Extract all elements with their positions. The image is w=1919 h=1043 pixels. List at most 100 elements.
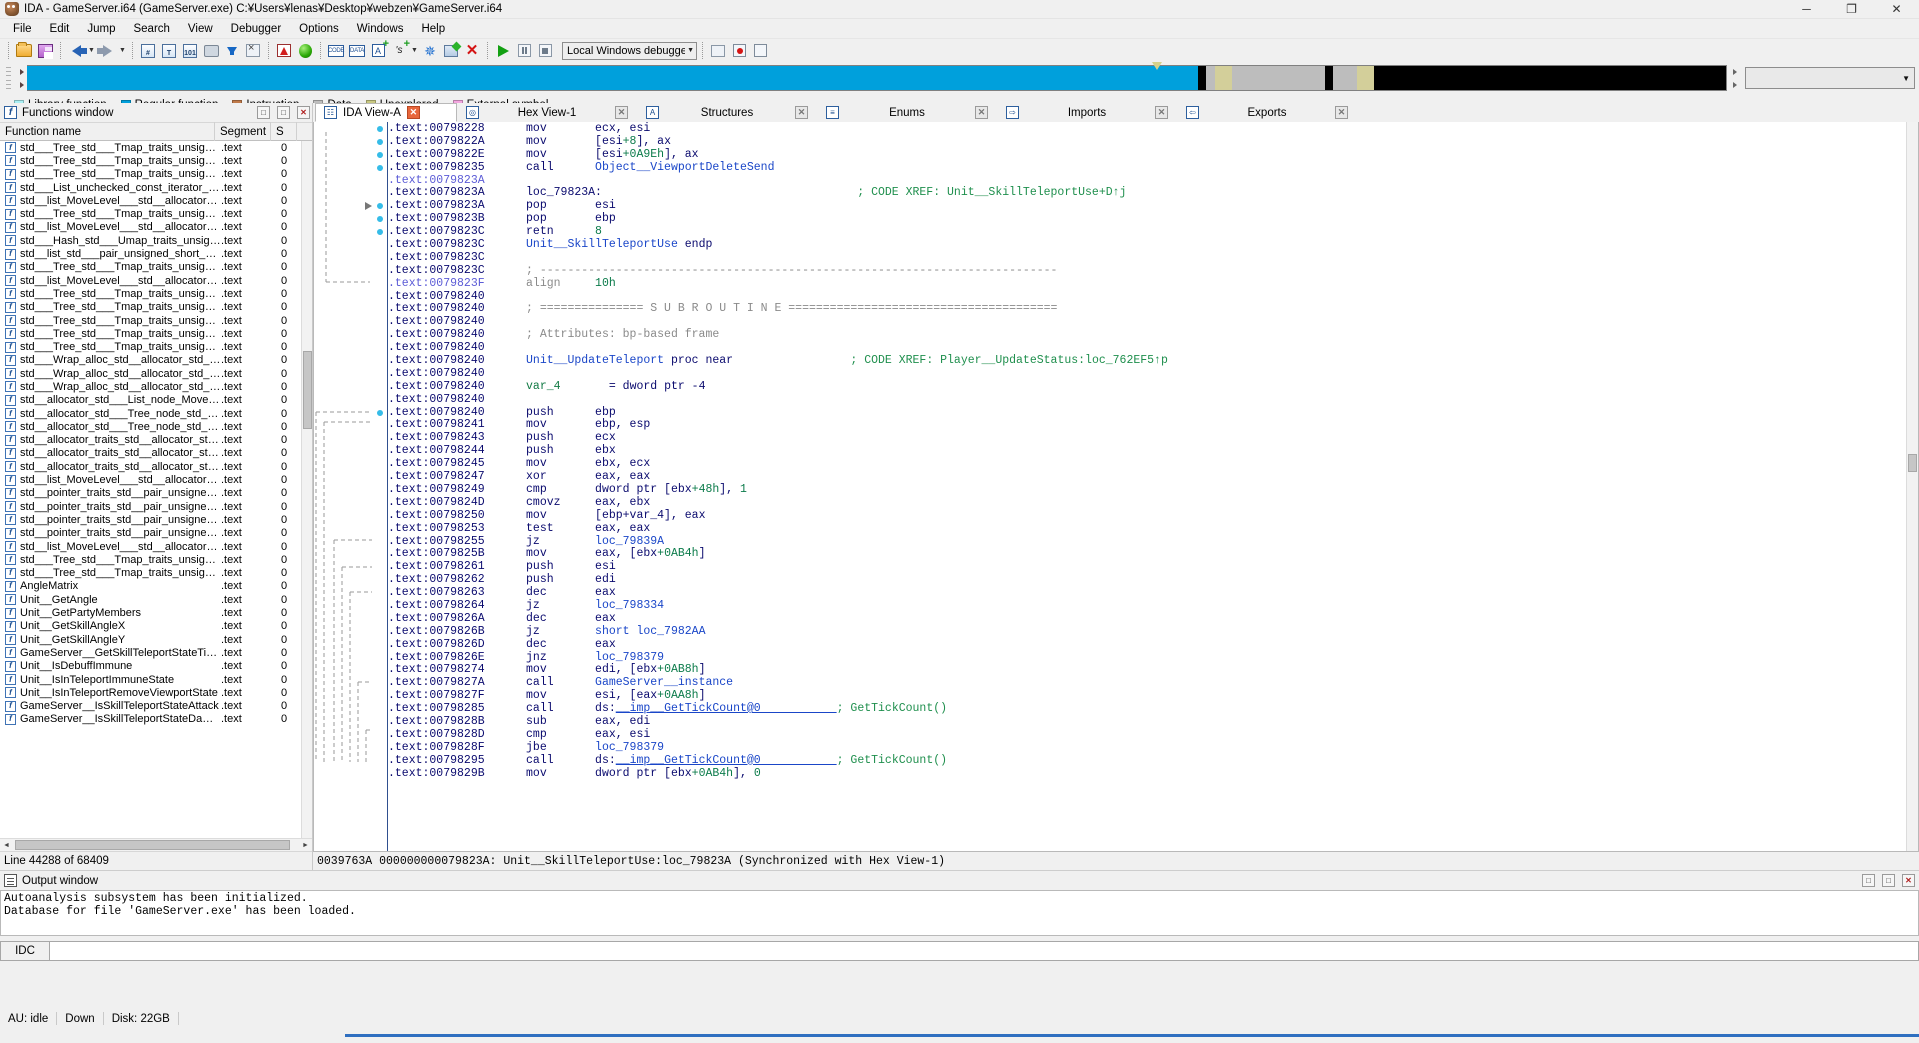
nav-segment-0[interactable] bbox=[27, 66, 1198, 90]
function-list-row[interactable]: f Unit__IsInTeleportImmuneState .text 0 bbox=[0, 673, 312, 686]
column-header-segment[interactable]: Segment bbox=[215, 122, 271, 141]
terminate-process-button[interactable] bbox=[535, 41, 555, 61]
functions-list[interactable]: f std___Tree_std___Tmap_traits_unsigned··… bbox=[0, 141, 312, 838]
close-icon[interactable]: ✕ bbox=[615, 106, 628, 119]
function-list-row[interactable]: f std__list_std___pair_unsigned_short_con… bbox=[0, 247, 312, 260]
recent-scripts-button[interactable] bbox=[708, 41, 728, 61]
function-list-row[interactable]: f std__allocator_traits_std__allocator_st… bbox=[0, 447, 312, 460]
nav-band-dropdown[interactable]: ▼ bbox=[1745, 67, 1915, 89]
function-list-row[interactable]: f std___Tree_std___Tmap_traits_unsigned··… bbox=[0, 340, 312, 353]
menu-options[interactable]: Options bbox=[290, 21, 348, 37]
function-list-row[interactable]: f Unit__IsDebuffImmune .text 0 bbox=[0, 660, 312, 673]
functions-list-scrollbar[interactable] bbox=[301, 141, 312, 838]
pause-process-button[interactable] bbox=[514, 41, 534, 61]
disassembly-line[interactable]: .text:00798240 ; =============== S U B R… bbox=[388, 303, 1906, 316]
function-list-row[interactable]: f Unit__IsInTeleportRemoveViewportState .t… bbox=[0, 686, 312, 699]
disassembly-view[interactable]: .text:00798228 mov ecx, esi .text:0079822… bbox=[313, 122, 1919, 852]
function-list-row[interactable]: f std___Wrap_alloc_std__allocator_std___T… bbox=[0, 367, 312, 380]
undefine-button[interactable]: ✕ bbox=[462, 41, 482, 61]
nav-segment-4[interactable] bbox=[1231, 66, 1325, 90]
function-list-row[interactable]: f std__pointer_traits_std__pair_unsigned_… bbox=[0, 513, 312, 526]
menu-view[interactable]: View bbox=[179, 21, 222, 37]
menu-jump[interactable]: Jump bbox=[78, 21, 124, 37]
tab-exports[interactable]: ⇦ Exports ✕ bbox=[1177, 103, 1357, 122]
functions-restore-button[interactable]: □ bbox=[257, 106, 270, 119]
debugger-selector[interactable]: Local Windows debugger ▼ bbox=[562, 41, 697, 60]
function-list-row[interactable]: f std__list_MoveLevel___std__allocator_M·… bbox=[0, 540, 312, 553]
nav-segment-6[interactable] bbox=[1333, 66, 1358, 90]
save-file-button[interactable] bbox=[35, 41, 55, 61]
nav-segment-1[interactable] bbox=[1197, 66, 1207, 90]
menu-file[interactable]: File bbox=[4, 21, 41, 37]
tab-structures[interactable]: A Structures ✕ bbox=[637, 103, 817, 122]
function-list-row[interactable]: f Unit__GetPartyMembers .text 0 bbox=[0, 606, 312, 619]
run-to-cursor-button[interactable] bbox=[295, 41, 315, 61]
disassembly-scroll-thumb[interactable] bbox=[1908, 454, 1917, 472]
disassembly-text[interactable]: .text:00798228 mov ecx, esi .text:0079822… bbox=[387, 122, 1906, 851]
navigate-back-button[interactable] bbox=[66, 41, 87, 61]
disassembly-scrollbar[interactable] bbox=[1906, 122, 1918, 851]
nav-scroll-arrows[interactable] bbox=[16, 65, 27, 91]
no-graph-button[interactable] bbox=[243, 41, 263, 61]
hscroll-left-arrow[interactable]: ◄ bbox=[0, 839, 13, 852]
function-list-row[interactable]: f std___Wrap_alloc_std__allocator_std___L… bbox=[0, 354, 312, 367]
close-button[interactable]: ✕ bbox=[1874, 0, 1919, 19]
function-list-row[interactable]: f GameServer__IsSkillTeleportStateDamag··… bbox=[0, 713, 312, 726]
function-list-row[interactable]: f std___Tree_std___Tmap_traits_unsigned··… bbox=[0, 207, 312, 220]
idc-command-input[interactable] bbox=[50, 941, 1919, 961]
output-restore-button[interactable]: □ bbox=[1862, 874, 1875, 887]
function-list-row[interactable]: f GameServer__IsSkillTeleportStateAttack.… bbox=[0, 699, 312, 712]
clear-breakpoints-button[interactable] bbox=[750, 41, 770, 61]
functions-close-button[interactable]: ✕ bbox=[297, 106, 310, 119]
jump-to-xref-button[interactable] bbox=[201, 41, 221, 61]
navigate-forward-button[interactable] bbox=[96, 41, 117, 61]
function-list-row[interactable]: f std___List_unchecked_const_iterator_std… bbox=[0, 181, 312, 194]
functions-maximize-button[interactable]: □ bbox=[277, 106, 290, 119]
navigation-band[interactable]: ▼ bbox=[0, 62, 1919, 91]
edit-function-button[interactable] bbox=[441, 41, 461, 61]
function-list-row[interactable]: f std___Tree_std___Tmap_traits_unsigned··… bbox=[0, 154, 312, 167]
nav-segment-8[interactable] bbox=[1374, 66, 1726, 90]
make-code-button[interactable]: CODE bbox=[326, 41, 346, 61]
minimize-button[interactable]: ─ bbox=[1784, 0, 1829, 19]
function-list-row[interactable]: f std__allocator_std___List_node_MoveLev·… bbox=[0, 394, 312, 407]
maximize-button[interactable]: ❐ bbox=[1829, 0, 1874, 19]
output-maximize-button[interactable]: □ bbox=[1882, 874, 1895, 887]
menu-help[interactable]: Help bbox=[412, 21, 454, 37]
function-list-row[interactable]: f Unit__GetSkillAngleY .text 0 bbox=[0, 633, 312, 646]
hscroll-thumb[interactable] bbox=[15, 839, 290, 850]
disassembly-line[interactable]: .text:00798240 var_4 = dword ptr -4 bbox=[388, 380, 1906, 394]
function-list-row[interactable]: f std__allocator_traits_std__allocator_st… bbox=[0, 460, 312, 473]
function-list-row[interactable]: f std__pointer_traits_std__pair_unsigned_… bbox=[0, 487, 312, 500]
function-list-row[interactable]: f Unit__GetSkillAngleX .text 0 bbox=[0, 620, 312, 633]
disassembly-line[interactable]: .text:00798240 Unit__UpdateTeleport proc… bbox=[388, 354, 1906, 368]
nav-color-strip[interactable] bbox=[27, 62, 1727, 91]
function-list-row[interactable]: f std__allocator_traits_std__allocator_st… bbox=[0, 434, 312, 447]
function-list-row[interactable]: f GameServer__GetSkillTeleportStateTime .t… bbox=[0, 646, 312, 659]
menu-debugger[interactable]: Debugger bbox=[222, 21, 291, 37]
menu-search[interactable]: Search bbox=[124, 21, 178, 37]
nav-segment-7[interactable] bbox=[1357, 66, 1375, 90]
disassembly-line[interactable]: .text:0079823C Unit__SkillTeleportUse en… bbox=[388, 238, 1906, 252]
close-icon[interactable]: ✕ bbox=[406, 106, 420, 119]
idc-button[interactable]: IDC bbox=[0, 941, 50, 961]
function-list-row[interactable]: f std__pointer_traits_std__pair_unsigned_… bbox=[0, 527, 312, 540]
open-file-button[interactable] bbox=[14, 41, 34, 61]
function-list-row[interactable]: f AngleMatrix .text 0 bbox=[0, 580, 312, 593]
nav-segment-5[interactable] bbox=[1325, 66, 1334, 90]
navigate-back-dropdown[interactable]: ▼ bbox=[87, 41, 96, 61]
close-icon[interactable]: ✕ bbox=[975, 106, 988, 119]
function-list-row[interactable]: f std__list_MoveLevel___std__allocator_M·… bbox=[0, 221, 312, 234]
column-header-function-name[interactable]: Function name bbox=[0, 122, 215, 141]
output-log[interactable]: Autoanalysis subsystem has been initiali… bbox=[0, 890, 1919, 936]
tab-imports[interactable]: ⇨ Imports ✕ bbox=[997, 103, 1177, 122]
close-icon[interactable]: ✕ bbox=[1335, 106, 1348, 119]
function-list-row[interactable]: f std___Tree_std___Tmap_traits_unsigned··… bbox=[0, 168, 312, 181]
disassembly-line[interactable]: .text:00798240 ; Attributes: bp-based fr… bbox=[388, 328, 1906, 342]
function-list-row[interactable]: f std___Tree_std___Tmap_traits_unsigned··… bbox=[0, 287, 312, 300]
function-list-row[interactable]: f std___Tree_std___Tmap_traits_unsigned··… bbox=[0, 314, 312, 327]
function-list-row[interactable]: f std__list_MoveLevel___std__allocator_M·… bbox=[0, 274, 312, 287]
make-struct-dropdown[interactable]: ▼ bbox=[410, 41, 419, 61]
function-list-row[interactable]: f std__list_MoveLevel___std__allocator_M·… bbox=[0, 194, 312, 207]
nav-segment-3[interactable] bbox=[1214, 66, 1232, 90]
